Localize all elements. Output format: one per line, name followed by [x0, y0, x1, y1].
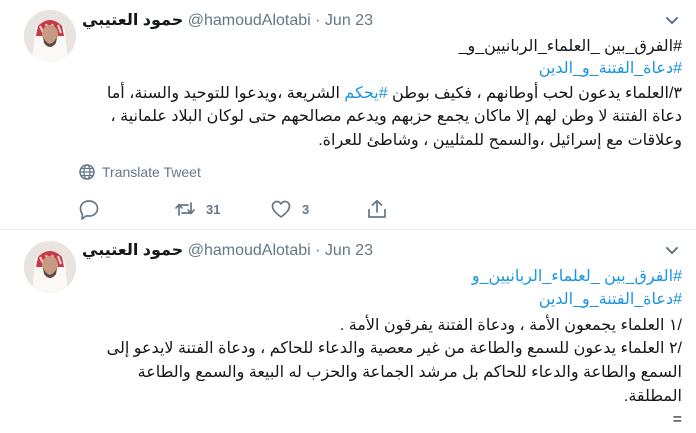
tweet-header: حمود العتيبي @hamoudAlotabi · Jun 23 — [82, 10, 373, 32]
tweet-text-line: = — [672, 411, 682, 428]
separator-dot: · — [315, 242, 321, 259]
author-handle[interactable]: @hamoudAlotabi — [188, 12, 311, 29]
author-name[interactable]: حمود العتيبي — [82, 12, 183, 29]
tweet-2[interactable]: حمود العتيبي @hamoudAlotabi · Jun 23 #ال… — [0, 229, 696, 433]
tweet-text-line: السمع والطاعة والدعاء للحاكم بل مرشد الج… — [137, 364, 682, 381]
tweet-text-line: المطلقة. — [623, 388, 682, 405]
author-handle[interactable]: @hamoudAlotabi — [188, 242, 311, 259]
translate-label: Translate Tweet — [102, 164, 201, 180]
avatar[interactable] — [24, 241, 76, 293]
reply-button[interactable] — [78, 198, 110, 220]
separator-dot: · — [315, 12, 321, 29]
chevron-down-icon[interactable] — [664, 12, 680, 28]
tweet-text-line: وعلاقات مع إسرائيل ،والسمح للمثليين ، وش… — [318, 132, 682, 149]
tweet-actions: 31 3 — [78, 198, 398, 222]
hashtag-link[interactable]: #الفرق_بين _لعلماء_الربانيين_و — [472, 266, 682, 288]
tweet-text-line: ٣/العلماء يدعون لحب أوطانهم ، فكيف بوطن … — [82, 83, 682, 105]
hashtag-link[interactable]: #يحكم — [344, 85, 387, 102]
retweet-button[interactable]: 31 — [174, 198, 220, 220]
tweet-text: ٣/العلماء يدعون لحب أوطانهم ، فكيف بوطن — [387, 85, 682, 102]
heart-icon — [271, 200, 291, 218]
hashtag-link[interactable]: #دعاة_الفتنة_و_الدين — [539, 289, 682, 311]
tweet-text-line: /٢ العلماء يدعون للسمع والطاعة من غير مع… — [106, 340, 682, 357]
globe-icon — [79, 164, 95, 180]
chevron-down-icon[interactable] — [664, 242, 680, 258]
tweet-text-line: /١ العلماء يجمعون الأمة ، ودعاة الفتنة ي… — [339, 317, 682, 334]
hashtag-link[interactable]: #دعاة_الفتنة_و_الدين — [539, 58, 682, 80]
avatar[interactable] — [24, 10, 76, 62]
tweet-text-line: دعاة الفتنة لا وطن لهم إلا ماكان يجمع حز… — [110, 108, 683, 125]
avatar-image — [24, 241, 76, 293]
tweet-date[interactable]: Jun 23 — [325, 242, 373, 259]
tweet-text: الشريعة ،ويدعوا للتوحيد والسنة، أما — [106, 85, 345, 102]
author-name[interactable]: حمود العتيبي — [82, 242, 183, 259]
retweet-count: 31 — [206, 201, 221, 217]
share-button[interactable] — [366, 198, 388, 220]
hashtag-link[interactable]: #الفرق_بين _العلماء_الربانيين_و_ — [459, 36, 682, 58]
tweet-1[interactable]: حمود العتيبي @hamoudAlotabi · Jun 23 #ال… — [0, 0, 696, 229]
retweet-icon — [175, 202, 195, 216]
tweet-header: حمود العتيبي @hamoudAlotabi · Jun 23 — [82, 240, 373, 262]
tweet-date[interactable]: Jun 23 — [325, 12, 373, 29]
like-button[interactable]: 3 — [270, 198, 309, 220]
share-icon — [368, 199, 386, 218]
avatar-image — [24, 10, 76, 62]
translate-tweet-link[interactable]: Translate Tweet — [78, 163, 201, 181]
like-count: 3 — [302, 201, 310, 217]
reply-icon — [79, 200, 99, 220]
